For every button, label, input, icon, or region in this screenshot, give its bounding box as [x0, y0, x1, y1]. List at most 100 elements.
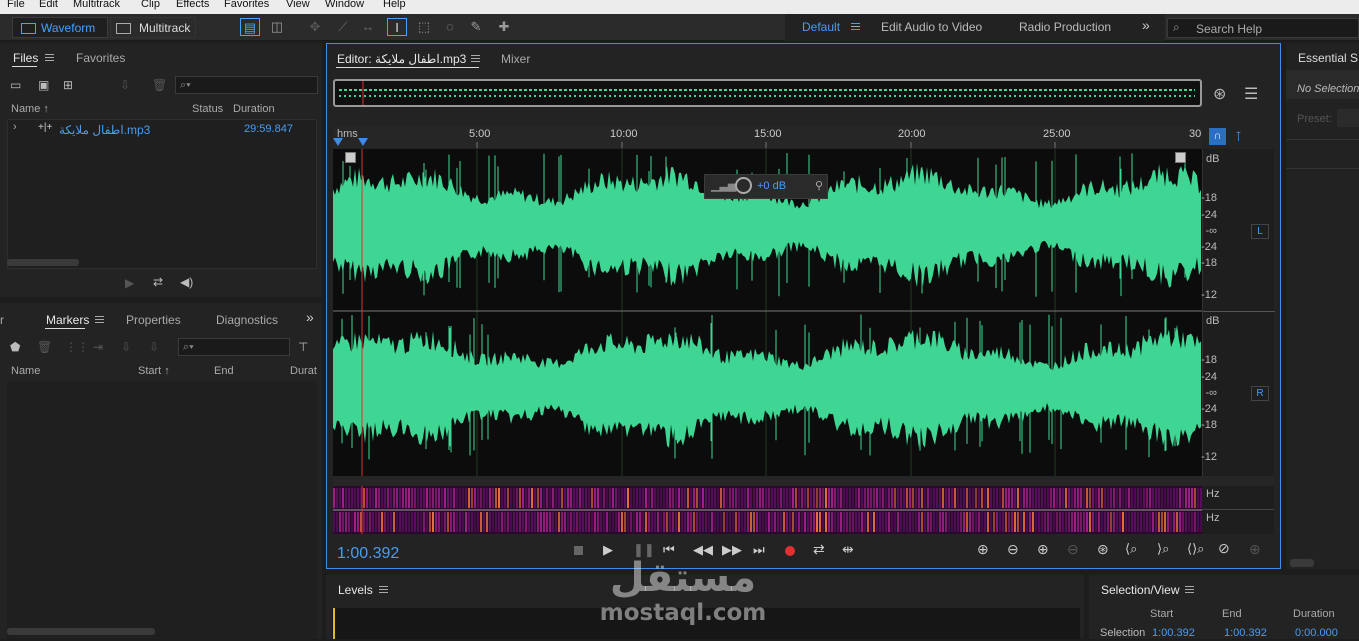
waveform-area[interactable]: ▁▃▅ +0 dB ⚲ [333, 149, 1202, 476]
brush-tool-icon[interactable]: ✎ [466, 18, 486, 36]
tab-previous[interactable]: r [0, 313, 4, 327]
volume-knob-icon[interactable] [735, 177, 752, 194]
markers-scrollbar[interactable] [7, 628, 155, 635]
files-menu-icon[interactable] [45, 54, 54, 61]
razor-tool-icon[interactable]: ⟋ [333, 18, 353, 36]
insert-markers-icon[interactable]: ⇩ [149, 340, 159, 354]
multitrack-view-button[interactable]: Multitrack [110, 17, 196, 38]
menu-clip[interactable]: Clip [141, 0, 160, 10]
panel-list-icon[interactable]: ☰ [1244, 84, 1258, 104]
play-icon[interactable]: ▶ [125, 276, 134, 290]
pin-hud-icon[interactable]: ⚲ [815, 179, 823, 192]
markers-col-name[interactable]: Name [11, 365, 40, 377]
move-tool-icon[interactable]: ✥ [305, 18, 325, 36]
zoom-out-full-icon[interactable]: ⊛ [1097, 541, 1109, 558]
menu-help[interactable]: Help [383, 0, 406, 10]
record-icon[interactable] [785, 546, 795, 556]
essential-scrollbar[interactable] [1290, 559, 1314, 567]
zoom-reset-icon[interactable]: ⊕ [1249, 541, 1261, 558]
tab-markers[interactable]: Markers [46, 313, 89, 327]
markers-col-start[interactable]: Start ↑ [138, 365, 170, 377]
zoom-selection-icon[interactable]: ⟨⌕ [1125, 541, 1137, 557]
preset-dropdown[interactable] [1337, 109, 1359, 127]
slip-tool-icon[interactable]: ↔ [358, 18, 378, 36]
menu-multitrack[interactable]: Multitrack [73, 0, 120, 10]
markers-col-duration[interactable]: Durat [290, 365, 317, 377]
open-file-icon[interactable]: ▭ [10, 78, 21, 92]
more-workspaces-icon[interactable]: » [1142, 17, 1150, 33]
lasso-tool-icon[interactable]: ◌ [440, 18, 460, 36]
time-display[interactable]: 1:00.392 [337, 545, 399, 563]
files-col-name[interactable]: Name ↑ [11, 103, 49, 115]
workspace-menu-icon[interactable] [851, 23, 860, 30]
files-scrollbar[interactable] [7, 259, 79, 266]
tab-diagnostics[interactable]: Diagnostics [216, 313, 278, 327]
tab-editor[interactable]: Editor: اطفال ملايكة.mp3 [337, 52, 466, 66]
files-col-duration[interactable]: Duration [233, 103, 275, 115]
editor-menu-icon[interactable] [471, 55, 480, 62]
essential-sound-title[interactable]: Essential S [1298, 51, 1358, 65]
spectral-frequency-icon[interactable]: ▤ [240, 18, 260, 36]
markers-search-input[interactable]: ⌕▾ [178, 338, 290, 356]
hud-volume[interactable]: ▁▃▅ +0 dB ⚲ [704, 174, 828, 199]
selection-end[interactable]: 1:00.392 [1224, 627, 1267, 639]
waveform-view-button[interactable]: Waveform [12, 17, 108, 38]
splitter-handle[interactable] [333, 476, 1274, 486]
fade-out-handle-icon[interactable] [1175, 152, 1186, 163]
zoom-out-time-icon[interactable]: ⊖ [1067, 541, 1079, 558]
files-col-status[interactable]: Status [192, 103, 223, 115]
workspace-edit-audio-video[interactable]: Edit Audio to Video [881, 20, 982, 34]
zoom-in-amplitude-icon[interactable]: ⊕ [977, 541, 989, 558]
spectral-display[interactable] [333, 486, 1202, 534]
zoom-out-amplitude-icon[interactable]: ⊖ [1007, 541, 1019, 558]
markers-menu-icon[interactable] [95, 316, 104, 323]
selection-start[interactable]: 1:00.392 [1152, 627, 1195, 639]
workspace-default[interactable]: Default [802, 20, 840, 34]
fade-in-handle-icon[interactable] [345, 152, 356, 163]
menu-file[interactable]: File [7, 0, 25, 10]
workspace-radio-production[interactable]: Radio Production [1019, 20, 1111, 34]
markers-col-end[interactable]: End [214, 365, 234, 377]
pin-icon[interactable]: ⊺ [1230, 128, 1247, 145]
tab-properties[interactable]: Properties [126, 313, 181, 327]
tab-files[interactable]: Files [13, 51, 38, 65]
new-file-icon[interactable]: ⊞ [63, 78, 73, 92]
tab-mixer[interactable]: Mixer [501, 52, 530, 66]
levels-menu-icon[interactable] [379, 586, 388, 593]
marker-icon[interactable]: ⬟ [10, 340, 20, 354]
time-ruler[interactable]: hms 5:00 10:00 15:00 20:00 25:00 30 [333, 126, 1202, 148]
more-panels-icon[interactable]: » [306, 309, 314, 325]
tab-favorites[interactable]: Favorites [76, 51, 125, 65]
channel-r-toggle[interactable]: R [1251, 386, 1269, 401]
stop-icon[interactable] [574, 546, 583, 555]
zoom-in-out-icon[interactable]: ⟨⟩⌕ [1187, 541, 1204, 557]
file-row[interactable]: › +|+ اطفال ملايكة.mp3 29:59.847 [8, 120, 316, 138]
zoom-in-time-icon[interactable]: ⊕ [1037, 541, 1049, 558]
delete-icon[interactable]: 🗑 [152, 78, 167, 92]
snap-icon[interactable]: ∩ [1209, 128, 1226, 145]
menu-view[interactable]: View [286, 0, 310, 10]
export-markers-icon[interactable]: ⇩ [121, 340, 131, 354]
menu-favorites[interactable]: Favorites [224, 0, 269, 10]
levels-title[interactable]: Levels [338, 583, 373, 597]
insert-icon[interactable]: ⇩ [120, 78, 130, 92]
marquee-tool-icon[interactable]: ⬚ [414, 18, 434, 36]
menu-window[interactable]: Window [325, 0, 364, 10]
skip-selection-icon[interactable]: ⇹ [842, 541, 854, 558]
selection-duration[interactable]: 0:00.000 [1295, 627, 1338, 639]
files-search-input[interactable]: ⌕▾ [175, 76, 318, 94]
autoplay-icon[interactable]: ◀) [180, 275, 193, 289]
selection-view-menu-icon[interactable] [1185, 586, 1194, 593]
search-help-field[interactable]: ⌕ Search Help [1167, 18, 1359, 38]
delete-marker-icon[interactable]: 🗑 [37, 340, 52, 354]
loop-icon[interactable]: ⇄ [153, 275, 163, 289]
insert-into-playlist-icon[interactable]: ⇥ [93, 340, 103, 354]
loop-playback-icon[interactable]: ⇄ [813, 541, 825, 558]
zoom-selection-right-icon[interactable]: ⟩⌕ [1157, 541, 1169, 557]
channel-l-toggle[interactable]: L [1251, 224, 1269, 239]
menu-edit[interactable]: Edit [39, 0, 58, 10]
merge-markers-icon[interactable]: ⋮⋮ [65, 340, 89, 354]
filter-icon[interactable]: ⊤ [298, 340, 308, 354]
selection-view-title[interactable]: Selection/View [1101, 583, 1180, 597]
import-file-icon[interactable]: ▣ [38, 78, 49, 92]
